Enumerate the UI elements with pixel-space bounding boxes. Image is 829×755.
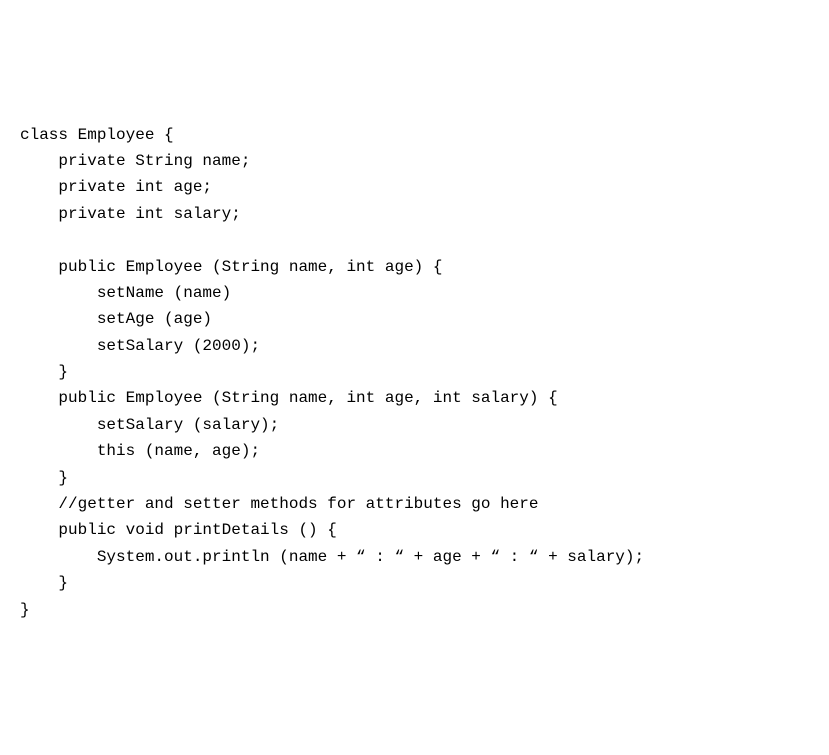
code-line: } bbox=[20, 574, 68, 592]
code-line: class Employee { bbox=[20, 126, 174, 144]
code-line: private String name; bbox=[20, 152, 250, 170]
code-line: this (name, age); bbox=[20, 442, 260, 460]
code-line: public Employee (String name, int age, i… bbox=[20, 389, 558, 407]
code-line: System.out.println (name + “ : “ + age +… bbox=[20, 548, 644, 566]
code-line: setSalary (2000); bbox=[20, 337, 260, 355]
code-line: } bbox=[20, 363, 68, 381]
code-line: setName (name) bbox=[20, 284, 231, 302]
code-line: public void printDetails () { bbox=[20, 521, 337, 539]
code-line: public Employee (String name, int age) { bbox=[20, 258, 442, 276]
code-line: private int age; bbox=[20, 178, 212, 196]
code-snippet: class Employee { private String name; pr… bbox=[20, 122, 809, 623]
code-line: } bbox=[20, 469, 68, 487]
code-line: setAge (age) bbox=[20, 310, 212, 328]
code-line: setSalary (salary); bbox=[20, 416, 279, 434]
code-line: //getter and setter methods for attribut… bbox=[20, 495, 538, 513]
code-line: private int salary; bbox=[20, 205, 241, 223]
code-line: } bbox=[20, 601, 30, 619]
